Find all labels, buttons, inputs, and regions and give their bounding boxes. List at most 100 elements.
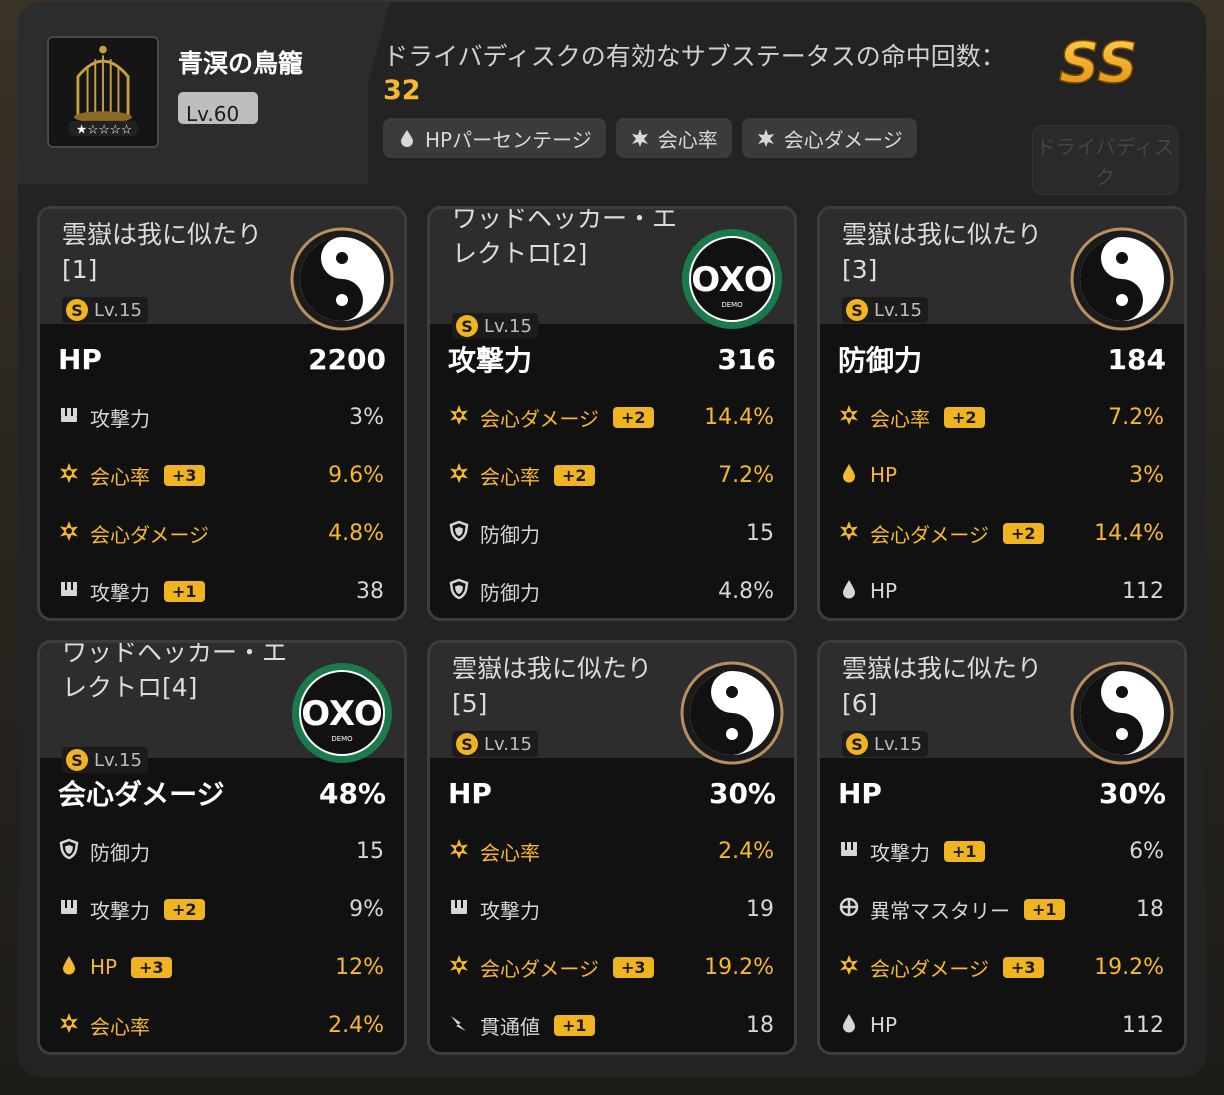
main-stat-value: 184	[1107, 342, 1166, 376]
sub-stat-value: 19.2%	[1094, 954, 1164, 980]
sub-stat-value: 6%	[1129, 838, 1164, 864]
upgrade-count-badge: +3	[164, 464, 205, 486]
main-stat-label: HP	[448, 776, 492, 810]
sub-stat-label: 会心ダメージ	[870, 956, 989, 981]
main-stat: 会心ダメージ 48%	[58, 773, 386, 813]
upgrade-count-badge: +3	[131, 956, 172, 978]
sub-stat-label: 防御力	[480, 580, 540, 605]
tag-crit-rate: 会心率	[615, 118, 732, 158]
sub-stat-label: 会心率	[480, 840, 540, 865]
attack-icon	[838, 838, 860, 865]
sub-stat-row: 攻撃力 +1 6%	[838, 835, 1164, 867]
main-stat-value: 30%	[1098, 776, 1166, 810]
upgrade-count-badge: +1	[944, 840, 985, 862]
upgrade-count-badge: +2	[613, 406, 654, 428]
sub-stat-row: 防御力 15	[448, 517, 774, 549]
sub-stat-row: 会心ダメージ +3 19.2%	[838, 951, 1164, 983]
crit-icon	[631, 129, 648, 147]
attack-icon	[58, 896, 80, 923]
sub-stat-value: 12%	[335, 954, 384, 980]
svg-text:DEMO: DEMO	[331, 735, 353, 743]
upgrade-count-badge: +3	[1003, 956, 1044, 978]
sub-stat-value: 4.8%	[718, 578, 774, 604]
sub-stat-row: 会心率 +2 7.2%	[838, 401, 1164, 433]
sub-stat-label: 会心ダメージ	[480, 956, 599, 981]
s-rank-icon: S	[846, 733, 868, 755]
yunkui-disc-icon	[1070, 661, 1174, 765]
disc-card-2[interactable]: ワッドヘッカー・エレクトロ[2] S Lv.15 OXO DEMO 攻撃力 316…	[427, 206, 797, 621]
sub-stat-row: HP 3%	[838, 459, 1164, 491]
sub-stat-value: 18	[746, 1012, 774, 1038]
disc-name: ワッドヘッカー・エレクトロ[4]	[62, 640, 288, 702]
disc-name: 雲嶽は我に似たり[1]	[62, 220, 263, 284]
upgrade-count-badge: +2	[164, 898, 205, 920]
hp-drop-icon	[58, 954, 80, 981]
oxo-disc-icon: OXO DEMO	[680, 227, 784, 331]
disc-level: S Lv.15	[842, 297, 928, 323]
yunkui-disc-icon	[1070, 227, 1174, 331]
sub-stat-label: 攻撃力	[90, 580, 150, 605]
sub-stat-row: 攻撃力 +1 38	[58, 575, 384, 607]
disc-name: ワッドヘッカー・エレクトロ[2]	[452, 206, 678, 268]
crit-icon	[448, 462, 470, 489]
main-stat: 防御力 184	[838, 339, 1166, 379]
tag-crit-dmg: 会心ダメージ	[741, 118, 917, 158]
svg-text:DEMO: DEMO	[721, 301, 743, 309]
s-rank-icon: S	[846, 299, 868, 321]
sub-stat-value: 14.4%	[1094, 520, 1164, 546]
sub-stat-value: 19.2%	[704, 954, 774, 980]
crit-icon	[838, 520, 860, 547]
disc-card-3[interactable]: 雲嶽は我に似たり[3] S Lv.15 防御力 184 会心率 +2 7.2% …	[817, 206, 1187, 621]
sub-stat-row: 会心ダメージ +2 14.4%	[448, 401, 774, 433]
s-rank-icon: S	[66, 749, 88, 771]
sub-stat-value: 9.6%	[328, 462, 384, 488]
sub-stat-label: 会心ダメージ	[870, 522, 989, 547]
birdcage-icon: ★☆☆☆☆	[49, 38, 157, 146]
sub-stat-row: 攻撃力 19	[448, 893, 774, 925]
svg-text:★☆☆☆☆: ★☆☆☆☆	[76, 121, 132, 136]
sub-stat-value: 19	[746, 896, 774, 922]
disc-card-1[interactable]: 雲嶽は我に似たり[1] S Lv.15 HP 2200 攻撃力 3% 会心率 +…	[37, 206, 407, 621]
sub-stat-row: 会心ダメージ +3 19.2%	[448, 951, 774, 983]
substat-hit-count: 32	[383, 75, 421, 106]
crit-icon	[448, 838, 470, 865]
drive-disc-button[interactable]: ドライバディスク	[1032, 125, 1178, 195]
sub-stat-label: 会心率	[90, 464, 150, 489]
defense-icon	[448, 578, 470, 605]
character-level-badge: Lv.60	[178, 92, 258, 124]
sub-stat-value: 7.2%	[1108, 404, 1164, 430]
disc-level: S Lv.15	[452, 731, 538, 757]
sub-stat-row: 会心ダメージ +2 14.4%	[838, 517, 1164, 549]
main-stat-value: 316	[717, 342, 776, 376]
summary-label: ドライバディスクの有効なサブステータスの命中回数：	[383, 42, 1006, 71]
sub-stat-value: 15	[356, 838, 384, 864]
sub-stat-label: 攻撃力	[480, 898, 540, 923]
sub-stat-label: HP	[870, 463, 898, 487]
main-stat: HP 30%	[838, 773, 1166, 813]
sub-stat-value: 14.4%	[704, 404, 774, 430]
upgrade-count-badge: +1	[554, 1014, 595, 1036]
sub-stat-row: HP 112	[838, 1009, 1164, 1041]
disc-card-5[interactable]: 雲嶽は我に似たり[5] S Lv.15 HP 30% 会心率 2.4% 攻撃力 …	[427, 640, 797, 1055]
sub-stat-label: 攻撃力	[90, 898, 150, 923]
disc-card-4[interactable]: ワッドヘッカー・エレクトロ[4] S Lv.15 OXO DEMO 会心ダメージ …	[37, 640, 407, 1055]
s-rank-icon: S	[456, 315, 478, 337]
sub-stat-row: 攻撃力 +2 9%	[58, 893, 384, 925]
character-avatar[interactable]: ★☆☆☆☆	[47, 36, 159, 148]
sub-stat-label: 防御力	[90, 840, 150, 865]
hp-drop-icon	[838, 1012, 860, 1039]
crit-icon	[838, 954, 860, 981]
sub-stat-label: 会心ダメージ	[480, 406, 599, 431]
upgrade-count-badge: +2	[554, 464, 595, 486]
crit-icon	[448, 404, 470, 431]
disc-card-6[interactable]: 雲嶽は我に似たり[6] S Lv.15 HP 30% 攻撃力 +1 6% 異常マ…	[817, 640, 1187, 1055]
svg-text:OXO: OXO	[691, 260, 773, 300]
sub-stat-value: 3%	[349, 404, 384, 430]
sub-stat-value: 38	[356, 578, 384, 604]
crit-icon	[58, 462, 80, 489]
sub-stat-value: 9%	[349, 896, 384, 922]
crit-icon	[838, 404, 860, 431]
main-stat-label: 攻撃力	[448, 344, 533, 377]
s-rank-icon: S	[456, 733, 478, 755]
crit-icon	[58, 520, 80, 547]
